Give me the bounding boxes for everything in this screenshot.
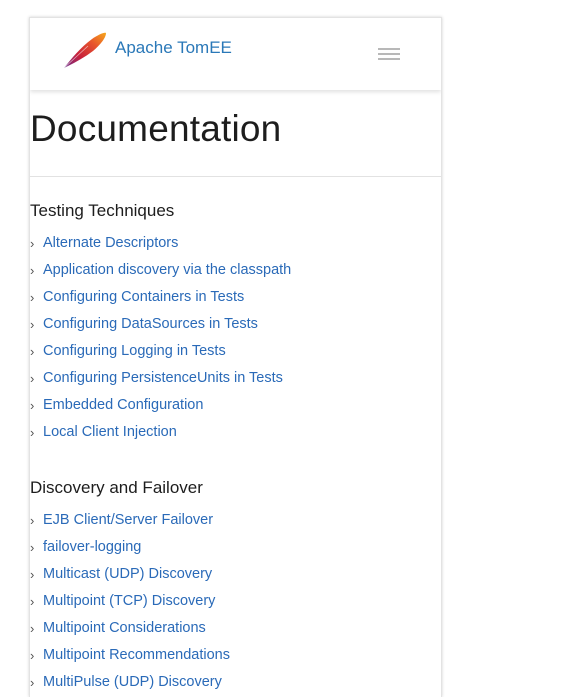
brand-link[interactable]: Apache TomEE — [115, 38, 232, 58]
list-item: › failover-logging — [30, 538, 441, 565]
doc-link[interactable]: Multicast (UDP) Discovery — [43, 565, 212, 584]
doc-link[interactable]: failover-logging — [43, 538, 141, 557]
doc-link[interactable]: Multipoint Considerations — [43, 619, 206, 638]
doc-link[interactable]: Application discovery via the classpath — [43, 261, 291, 280]
chevron-right-icon: › — [30, 236, 35, 251]
doc-link[interactable]: Embedded Configuration — [43, 396, 203, 415]
list-item: › EJB Client/Server Failover — [30, 511, 441, 538]
list-item: › Multipoint Considerations — [30, 619, 441, 646]
list-item: › Multipoint (TCP) Discovery — [30, 592, 441, 619]
doc-link[interactable]: Alternate Descriptors — [43, 234, 178, 253]
list-item: › Configuring PersistenceUnits in Tests — [30, 369, 441, 396]
chevron-right-icon: › — [30, 290, 35, 305]
doc-index: Testing Techniques › Alternate Descriptor… — [30, 200, 441, 697]
doc-link[interactable]: EJB Client/Server Failover — [43, 511, 213, 530]
chevron-right-icon: › — [30, 263, 35, 278]
page-title: Documentation — [30, 108, 282, 149]
list-item: › Configuring Containers in Tests — [30, 288, 441, 315]
chevron-right-icon: › — [30, 344, 35, 359]
list-item: › Local Client Injection — [30, 423, 441, 450]
chevron-right-icon: › — [30, 540, 35, 555]
chevron-right-icon: › — [30, 594, 35, 609]
chevron-right-icon: › — [30, 425, 35, 440]
list-item: › Configuring Logging in Tests — [30, 342, 441, 369]
chevron-right-icon: › — [30, 317, 35, 332]
doc-link[interactable]: Configuring PersistenceUnits in Tests — [43, 369, 283, 388]
hamburger-menu-icon[interactable] — [375, 45, 403, 65]
doc-link[interactable]: Multipoint Recommendations — [43, 646, 230, 665]
chevron-right-icon: › — [30, 513, 35, 528]
list-item: › MultiPulse (UDP) Discovery — [30, 673, 441, 697]
chevron-right-icon: › — [30, 398, 35, 413]
top-navbar: Apache TomEE — [30, 17, 441, 90]
list-item: › Alternate Descriptors — [30, 234, 441, 261]
apache-feather-logo-icon[interactable] — [62, 30, 108, 70]
list-item: › Application discovery via the classpath — [30, 261, 441, 288]
list-item: › Configuring DataSources in Tests — [30, 315, 441, 342]
doc-link[interactable]: Configuring Containers in Tests — [43, 288, 244, 307]
list-item: › Multipoint Recommendations — [30, 646, 441, 673]
section-discovery-and-failover: Discovery and Failover › EJB Client/Serve… — [30, 477, 441, 697]
doc-link[interactable]: Local Client Injection — [43, 423, 177, 442]
list-item: › Embedded Configuration — [30, 396, 441, 423]
chevron-right-icon: › — [30, 621, 35, 636]
section-heading: Testing Techniques — [30, 201, 175, 220]
doc-link[interactable]: Multipoint (TCP) Discovery — [43, 592, 215, 611]
chevron-right-icon: › — [30, 648, 35, 663]
chevron-right-icon: › — [30, 371, 35, 386]
doc-link[interactable]: Configuring Logging in Tests — [43, 342, 226, 361]
doc-link[interactable]: Configuring DataSources in Tests — [43, 315, 258, 334]
title-divider — [30, 176, 441, 177]
list-item: › Multicast (UDP) Discovery — [30, 565, 441, 592]
chevron-right-icon: › — [30, 567, 35, 582]
link-list: › EJB Client/Server Failover › failover-lo… — [30, 511, 441, 697]
link-list: › Alternate Descriptors › Application disc… — [30, 234, 441, 450]
page-frame: Apache TomEE Documentation Testing Techn… — [29, 17, 442, 697]
section-testing-techniques: Testing Techniques › Alternate Descriptor… — [30, 200, 441, 450]
section-heading: Discovery and Failover — [30, 478, 203, 497]
